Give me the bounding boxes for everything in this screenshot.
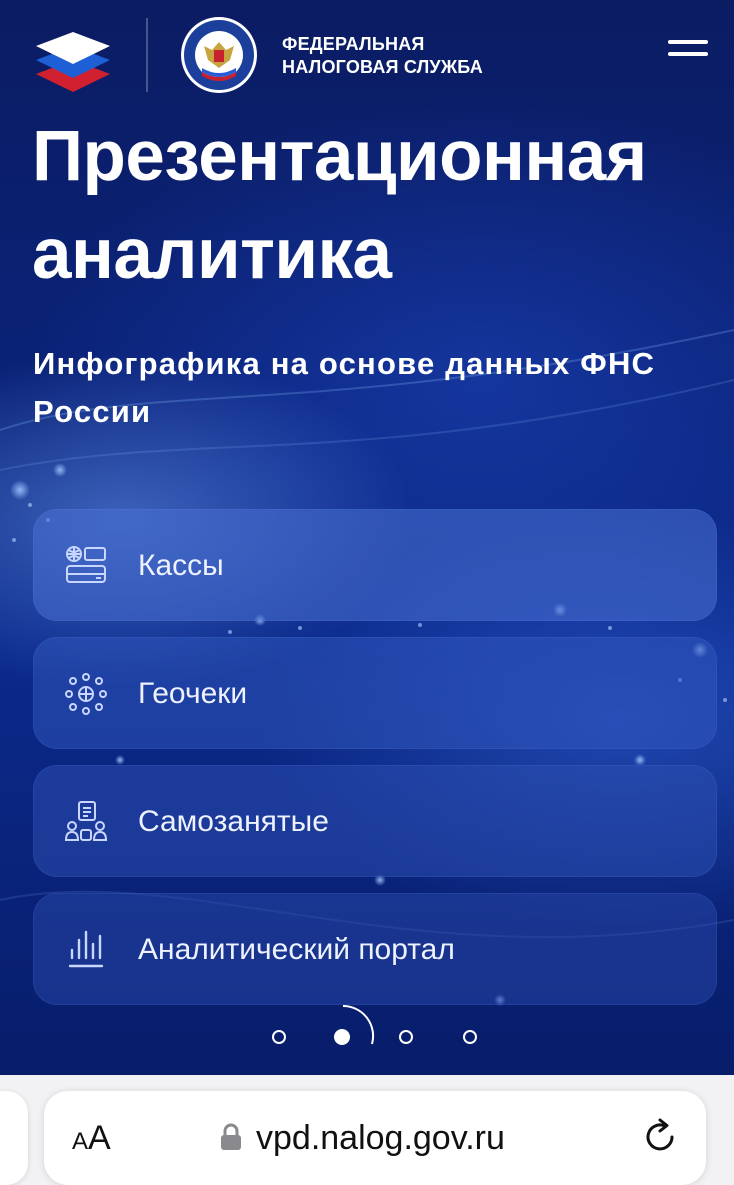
text-size-button[interactable]: AA	[72, 1115, 111, 1161]
carousel-pagination	[0, 1000, 734, 1075]
page-title-line-1: Презентационная	[32, 117, 647, 196]
menu-item-label: Геочеки	[138, 677, 248, 710]
page: ФЕДЕРАЛЬНАЯ НАЛОГОВАЯ СЛУЖБА Презентацио…	[0, 0, 734, 1185]
org-name-line-1: ФЕДЕРАЛЬНАЯ	[282, 34, 425, 54]
page-title: Презентационная аналитика	[32, 108, 712, 304]
page-title-line-2: аналитика	[32, 215, 392, 294]
menu-item-geocheki[interactable]: Геочеки	[33, 637, 717, 749]
carousel-dot-3[interactable]	[399, 1030, 413, 1044]
double-headed-eagle-emblem-icon[interactable]	[180, 16, 258, 94]
menu-item-label: Самозанятые	[138, 805, 329, 838]
page-subtitle-line-1: Инфографика на основе данных ФНС	[33, 346, 656, 381]
browser-toolbar: AA vpd.nalog.gov.ru	[0, 1075, 734, 1185]
reload-icon[interactable]	[640, 1117, 680, 1157]
cash-register-icon	[66, 546, 106, 583]
slide-progress-arc	[342, 1004, 375, 1045]
self-employed-people-icon	[64, 801, 108, 841]
org-name-line-2: НАЛОГОВАЯ СЛУЖБА	[282, 57, 483, 77]
text-size-large-a: A	[88, 1119, 111, 1157]
layered-diamond-logo-icon[interactable]	[34, 16, 112, 94]
menu-item-kassy[interactable]: Кассы	[33, 509, 717, 621]
text-size-small-a: A	[72, 1128, 89, 1155]
geo-network-icon	[65, 673, 107, 715]
page-subtitle: Инфографика на основе данных ФНС России	[33, 340, 693, 436]
previous-tab-edge[interactable]	[0, 1091, 28, 1185]
menu-line-bottom	[668, 52, 708, 56]
url-text: vpd.nalog.gov.ru	[256, 1119, 505, 1157]
carousel-dot-1[interactable]	[272, 1030, 286, 1044]
menu-item-samozanyatye[interactable]: Самозанятые	[33, 765, 717, 877]
hero-section: ФЕДЕРАЛЬНАЯ НАЛОГОВАЯ СЛУЖБА Презентацио…	[0, 0, 734, 1075]
header-divider	[146, 18, 148, 92]
menu-item-analytics-portal[interactable]: Аналитический портал	[33, 893, 717, 1005]
org-name: ФЕДЕРАЛЬНАЯ НАЛОГОВАЯ СЛУЖБА	[282, 33, 522, 79]
carousel-dot-4[interactable]	[463, 1030, 477, 1044]
lock-icon	[221, 1123, 241, 1150]
hamburger-menu-icon[interactable]	[664, 36, 712, 64]
bar-chart-icon	[68, 930, 104, 968]
page-subtitle-line-2: России	[33, 394, 152, 429]
address-bar[interactable]: AA vpd.nalog.gov.ru	[44, 1091, 706, 1185]
menu-line-top	[668, 40, 708, 44]
menu-item-label: Кассы	[138, 549, 224, 582]
carousel-dot-2-active[interactable]	[334, 1029, 350, 1045]
menu-item-label: Аналитический портал	[138, 933, 455, 966]
